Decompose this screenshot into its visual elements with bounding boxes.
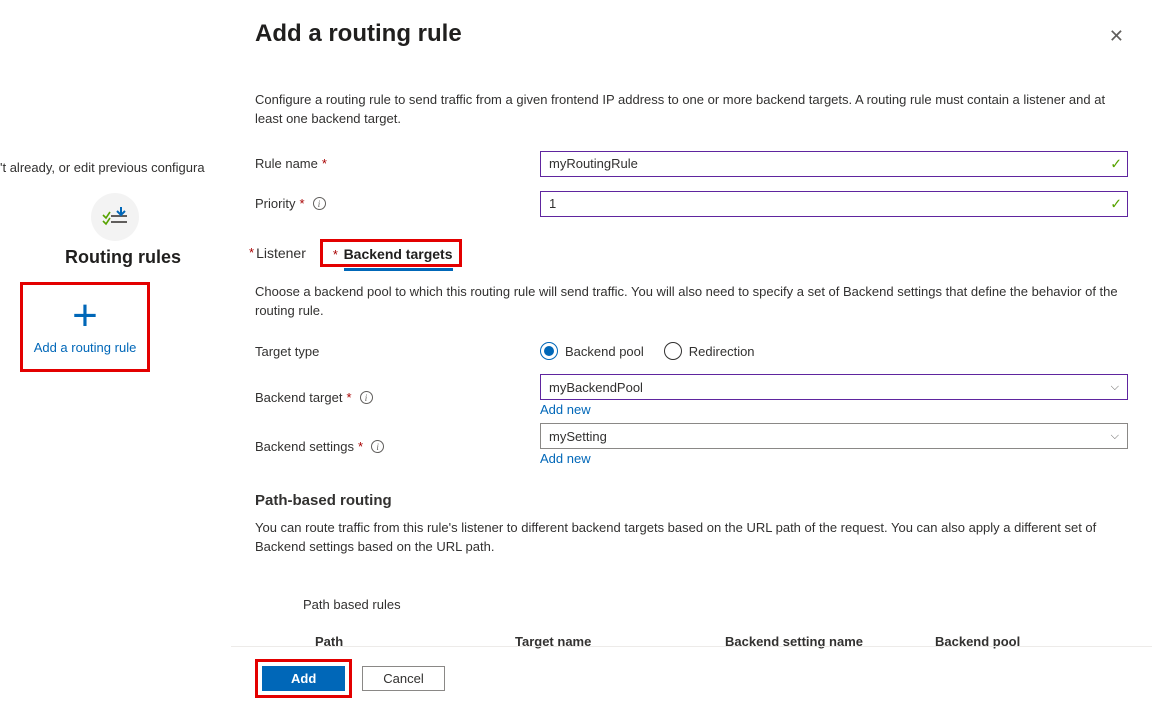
rule-name-input[interactable] (540, 151, 1128, 177)
info-icon[interactable]: i (313, 197, 326, 210)
routing-rules-title: Routing rules (16, 247, 230, 268)
radio-backend-pool[interactable]: Backend pool (540, 342, 644, 360)
add-routing-rule-tile[interactable]: + Add a routing rule (20, 282, 150, 372)
target-type-label: Target type (255, 344, 540, 359)
add-new-backend-settings-link[interactable]: Add new (540, 451, 1128, 466)
path-based-routing-heading: Path-based routing (255, 492, 1128, 509)
routing-rules-icon (91, 193, 139, 241)
add-button[interactable]: Add (262, 666, 345, 691)
add-routing-rule-panel: Add a routing rule ✕ Configure a routing… (230, 0, 1152, 710)
check-icon: ✓ (1110, 195, 1122, 212)
path-based-routing-desc: You can route traffic from this rule's l… (255, 519, 1128, 557)
priority-label: Priority* i (255, 196, 540, 211)
radio-redirection[interactable]: Redirection (664, 342, 755, 360)
backend-target-select[interactable]: myBackendPool ⌵ (540, 374, 1128, 400)
info-icon[interactable]: i (360, 391, 373, 404)
backend-settings-label: Backend settings* i (255, 423, 540, 454)
config-hint-text: 't already, or edit previous configura (0, 160, 230, 175)
tab-backend-targets[interactable]: Backend targets (344, 242, 453, 271)
plus-icon: + (27, 301, 143, 332)
panel-description: Configure a routing rule to send traffic… (255, 91, 1128, 129)
info-icon[interactable]: i (371, 440, 384, 453)
backend-description: Choose a backend pool to which this rout… (255, 283, 1128, 321)
cancel-button[interactable]: Cancel (362, 666, 444, 691)
priority-input[interactable] (540, 191, 1128, 217)
check-icon: ✓ (1110, 155, 1122, 172)
backend-target-label: Backend target* i (255, 374, 540, 405)
backend-settings-select[interactable]: mySetting ⌵ (540, 423, 1128, 449)
add-new-backend-target-link[interactable]: Add new (540, 402, 1128, 417)
add-routing-rule-label: Add a routing rule (27, 340, 143, 355)
path-rules-title: Path based rules (303, 597, 1128, 612)
tab-listener[interactable]: Listener (256, 241, 306, 265)
rule-name-label: Rule name* (255, 156, 540, 171)
chevron-down-icon: ⌵ (1111, 430, 1119, 443)
panel-title: Add a routing rule (255, 20, 462, 48)
close-icon[interactable]: ✕ (1105, 22, 1128, 51)
chevron-down-icon: ⌵ (1111, 381, 1119, 394)
